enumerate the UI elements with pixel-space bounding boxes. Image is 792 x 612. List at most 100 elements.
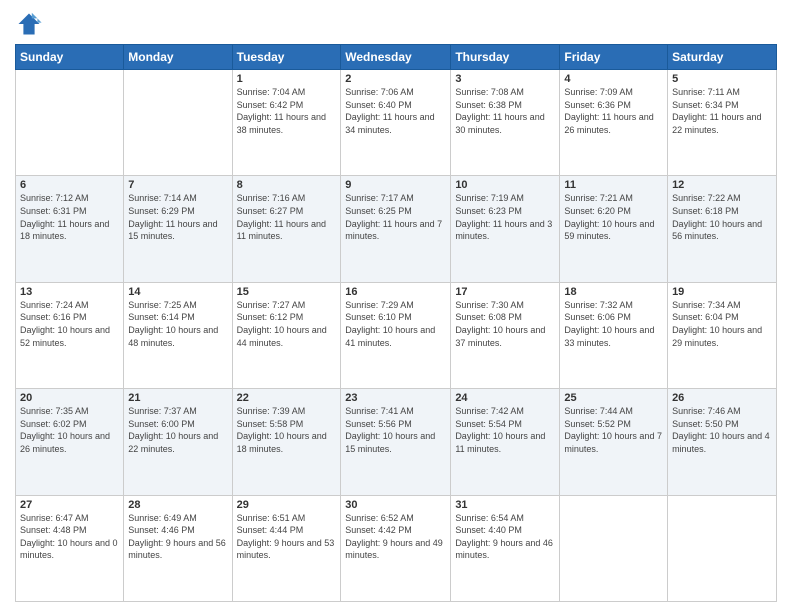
calendar-cell: 6Sunrise: 7:12 AM Sunset: 6:31 PM Daylig… <box>16 176 124 282</box>
day-info: Sunrise: 7:44 AM Sunset: 5:52 PM Dayligh… <box>564 405 663 455</box>
day-info: Sunrise: 7:41 AM Sunset: 5:56 PM Dayligh… <box>345 405 446 455</box>
calendar-cell: 23Sunrise: 7:41 AM Sunset: 5:56 PM Dayli… <box>341 389 451 495</box>
calendar-cell: 2Sunrise: 7:06 AM Sunset: 6:40 PM Daylig… <box>341 70 451 176</box>
day-info: Sunrise: 7:30 AM Sunset: 6:08 PM Dayligh… <box>455 299 555 349</box>
day-info: Sunrise: 7:08 AM Sunset: 6:38 PM Dayligh… <box>455 86 555 136</box>
logo-icon <box>15 10 43 38</box>
day-info: Sunrise: 7:24 AM Sunset: 6:16 PM Dayligh… <box>20 299 119 349</box>
day-info: Sunrise: 7:19 AM Sunset: 6:23 PM Dayligh… <box>455 192 555 242</box>
day-info: Sunrise: 6:49 AM Sunset: 4:46 PM Dayligh… <box>128 512 227 562</box>
day-number: 1 <box>237 73 337 85</box>
calendar-cell: 9Sunrise: 7:17 AM Sunset: 6:25 PM Daylig… <box>341 176 451 282</box>
calendar-cell: 8Sunrise: 7:16 AM Sunset: 6:27 PM Daylig… <box>232 176 341 282</box>
calendar-cell: 20Sunrise: 7:35 AM Sunset: 6:02 PM Dayli… <box>16 389 124 495</box>
calendar-cell <box>16 70 124 176</box>
calendar-cell: 31Sunrise: 6:54 AM Sunset: 4:40 PM Dayli… <box>451 495 560 601</box>
day-info: Sunrise: 7:29 AM Sunset: 6:10 PM Dayligh… <box>345 299 446 349</box>
calendar-cell: 18Sunrise: 7:32 AM Sunset: 6:06 PM Dayli… <box>560 282 668 388</box>
day-number: 13 <box>20 286 119 298</box>
day-info: Sunrise: 6:47 AM Sunset: 4:48 PM Dayligh… <box>20 512 119 562</box>
day-number: 26 <box>672 392 772 404</box>
weekday-header-wednesday: Wednesday <box>341 45 451 70</box>
calendar-cell: 29Sunrise: 6:51 AM Sunset: 4:44 PM Dayli… <box>232 495 341 601</box>
day-number: 12 <box>672 179 772 191</box>
day-info: Sunrise: 7:16 AM Sunset: 6:27 PM Dayligh… <box>237 192 337 242</box>
calendar-cell: 25Sunrise: 7:44 AM Sunset: 5:52 PM Dayli… <box>560 389 668 495</box>
day-number: 28 <box>128 499 227 511</box>
calendar-cell: 4Sunrise: 7:09 AM Sunset: 6:36 PM Daylig… <box>560 70 668 176</box>
day-info: Sunrise: 7:35 AM Sunset: 6:02 PM Dayligh… <box>20 405 119 455</box>
day-info: Sunrise: 7:32 AM Sunset: 6:06 PM Dayligh… <box>564 299 663 349</box>
day-info: Sunrise: 7:21 AM Sunset: 6:20 PM Dayligh… <box>564 192 663 242</box>
logo <box>15 10 47 38</box>
calendar-cell: 5Sunrise: 7:11 AM Sunset: 6:34 PM Daylig… <box>668 70 777 176</box>
day-number: 3 <box>455 73 555 85</box>
calendar-cell: 14Sunrise: 7:25 AM Sunset: 6:14 PM Dayli… <box>124 282 232 388</box>
calendar-cell: 12Sunrise: 7:22 AM Sunset: 6:18 PM Dayli… <box>668 176 777 282</box>
day-number: 2 <box>345 73 446 85</box>
day-number: 29 <box>237 499 337 511</box>
day-number: 14 <box>128 286 227 298</box>
weekday-header-saturday: Saturday <box>668 45 777 70</box>
day-number: 9 <box>345 179 446 191</box>
day-number: 31 <box>455 499 555 511</box>
day-number: 17 <box>455 286 555 298</box>
day-number: 5 <box>672 73 772 85</box>
weekday-header-thursday: Thursday <box>451 45 560 70</box>
day-info: Sunrise: 7:46 AM Sunset: 5:50 PM Dayligh… <box>672 405 772 455</box>
day-info: Sunrise: 7:39 AM Sunset: 5:58 PM Dayligh… <box>237 405 337 455</box>
day-number: 20 <box>20 392 119 404</box>
day-number: 27 <box>20 499 119 511</box>
calendar-cell: 15Sunrise: 7:27 AM Sunset: 6:12 PM Dayli… <box>232 282 341 388</box>
calendar-cell: 24Sunrise: 7:42 AM Sunset: 5:54 PM Dayli… <box>451 389 560 495</box>
weekday-header-friday: Friday <box>560 45 668 70</box>
day-info: Sunrise: 7:11 AM Sunset: 6:34 PM Dayligh… <box>672 86 772 136</box>
calendar-cell: 7Sunrise: 7:14 AM Sunset: 6:29 PM Daylig… <box>124 176 232 282</box>
day-info: Sunrise: 7:14 AM Sunset: 6:29 PM Dayligh… <box>128 192 227 242</box>
calendar-cell: 11Sunrise: 7:21 AM Sunset: 6:20 PM Dayli… <box>560 176 668 282</box>
day-info: Sunrise: 7:34 AM Sunset: 6:04 PM Dayligh… <box>672 299 772 349</box>
day-number: 10 <box>455 179 555 191</box>
day-info: Sunrise: 7:17 AM Sunset: 6:25 PM Dayligh… <box>345 192 446 242</box>
day-info: Sunrise: 7:06 AM Sunset: 6:40 PM Dayligh… <box>345 86 446 136</box>
calendar-cell <box>560 495 668 601</box>
weekday-header-sunday: Sunday <box>16 45 124 70</box>
calendar-table: SundayMondayTuesdayWednesdayThursdayFrid… <box>15 44 777 602</box>
day-number: 19 <box>672 286 772 298</box>
day-info: Sunrise: 7:27 AM Sunset: 6:12 PM Dayligh… <box>237 299 337 349</box>
day-number: 8 <box>237 179 337 191</box>
day-info: Sunrise: 7:42 AM Sunset: 5:54 PM Dayligh… <box>455 405 555 455</box>
calendar-cell: 27Sunrise: 6:47 AM Sunset: 4:48 PM Dayli… <box>16 495 124 601</box>
calendar-cell: 26Sunrise: 7:46 AM Sunset: 5:50 PM Dayli… <box>668 389 777 495</box>
weekday-header-tuesday: Tuesday <box>232 45 341 70</box>
calendar-cell: 10Sunrise: 7:19 AM Sunset: 6:23 PM Dayli… <box>451 176 560 282</box>
day-number: 6 <box>20 179 119 191</box>
day-info: Sunrise: 7:37 AM Sunset: 6:00 PM Dayligh… <box>128 405 227 455</box>
day-info: Sunrise: 7:22 AM Sunset: 6:18 PM Dayligh… <box>672 192 772 242</box>
day-number: 15 <box>237 286 337 298</box>
calendar-cell: 17Sunrise: 7:30 AM Sunset: 6:08 PM Dayli… <box>451 282 560 388</box>
day-number: 30 <box>345 499 446 511</box>
weekday-header-monday: Monday <box>124 45 232 70</box>
calendar-cell: 30Sunrise: 6:52 AM Sunset: 4:42 PM Dayli… <box>341 495 451 601</box>
day-number: 18 <box>564 286 663 298</box>
calendar-cell: 13Sunrise: 7:24 AM Sunset: 6:16 PM Dayli… <box>16 282 124 388</box>
calendar-cell: 3Sunrise: 7:08 AM Sunset: 6:38 PM Daylig… <box>451 70 560 176</box>
calendar-cell <box>124 70 232 176</box>
day-number: 25 <box>564 392 663 404</box>
day-number: 7 <box>128 179 227 191</box>
day-number: 11 <box>564 179 663 191</box>
calendar-cell: 28Sunrise: 6:49 AM Sunset: 4:46 PM Dayli… <box>124 495 232 601</box>
day-info: Sunrise: 6:54 AM Sunset: 4:40 PM Dayligh… <box>455 512 555 562</box>
calendar-cell: 19Sunrise: 7:34 AM Sunset: 6:04 PM Dayli… <box>668 282 777 388</box>
calendar-cell: 21Sunrise: 7:37 AM Sunset: 6:00 PM Dayli… <box>124 389 232 495</box>
day-number: 23 <box>345 392 446 404</box>
day-info: Sunrise: 6:51 AM Sunset: 4:44 PM Dayligh… <box>237 512 337 562</box>
calendar-cell <box>668 495 777 601</box>
day-info: Sunrise: 7:12 AM Sunset: 6:31 PM Dayligh… <box>20 192 119 242</box>
calendar-cell: 1Sunrise: 7:04 AM Sunset: 6:42 PM Daylig… <box>232 70 341 176</box>
day-info: Sunrise: 7:09 AM Sunset: 6:36 PM Dayligh… <box>564 86 663 136</box>
day-number: 16 <box>345 286 446 298</box>
day-number: 21 <box>128 392 227 404</box>
day-info: Sunrise: 6:52 AM Sunset: 4:42 PM Dayligh… <box>345 512 446 562</box>
